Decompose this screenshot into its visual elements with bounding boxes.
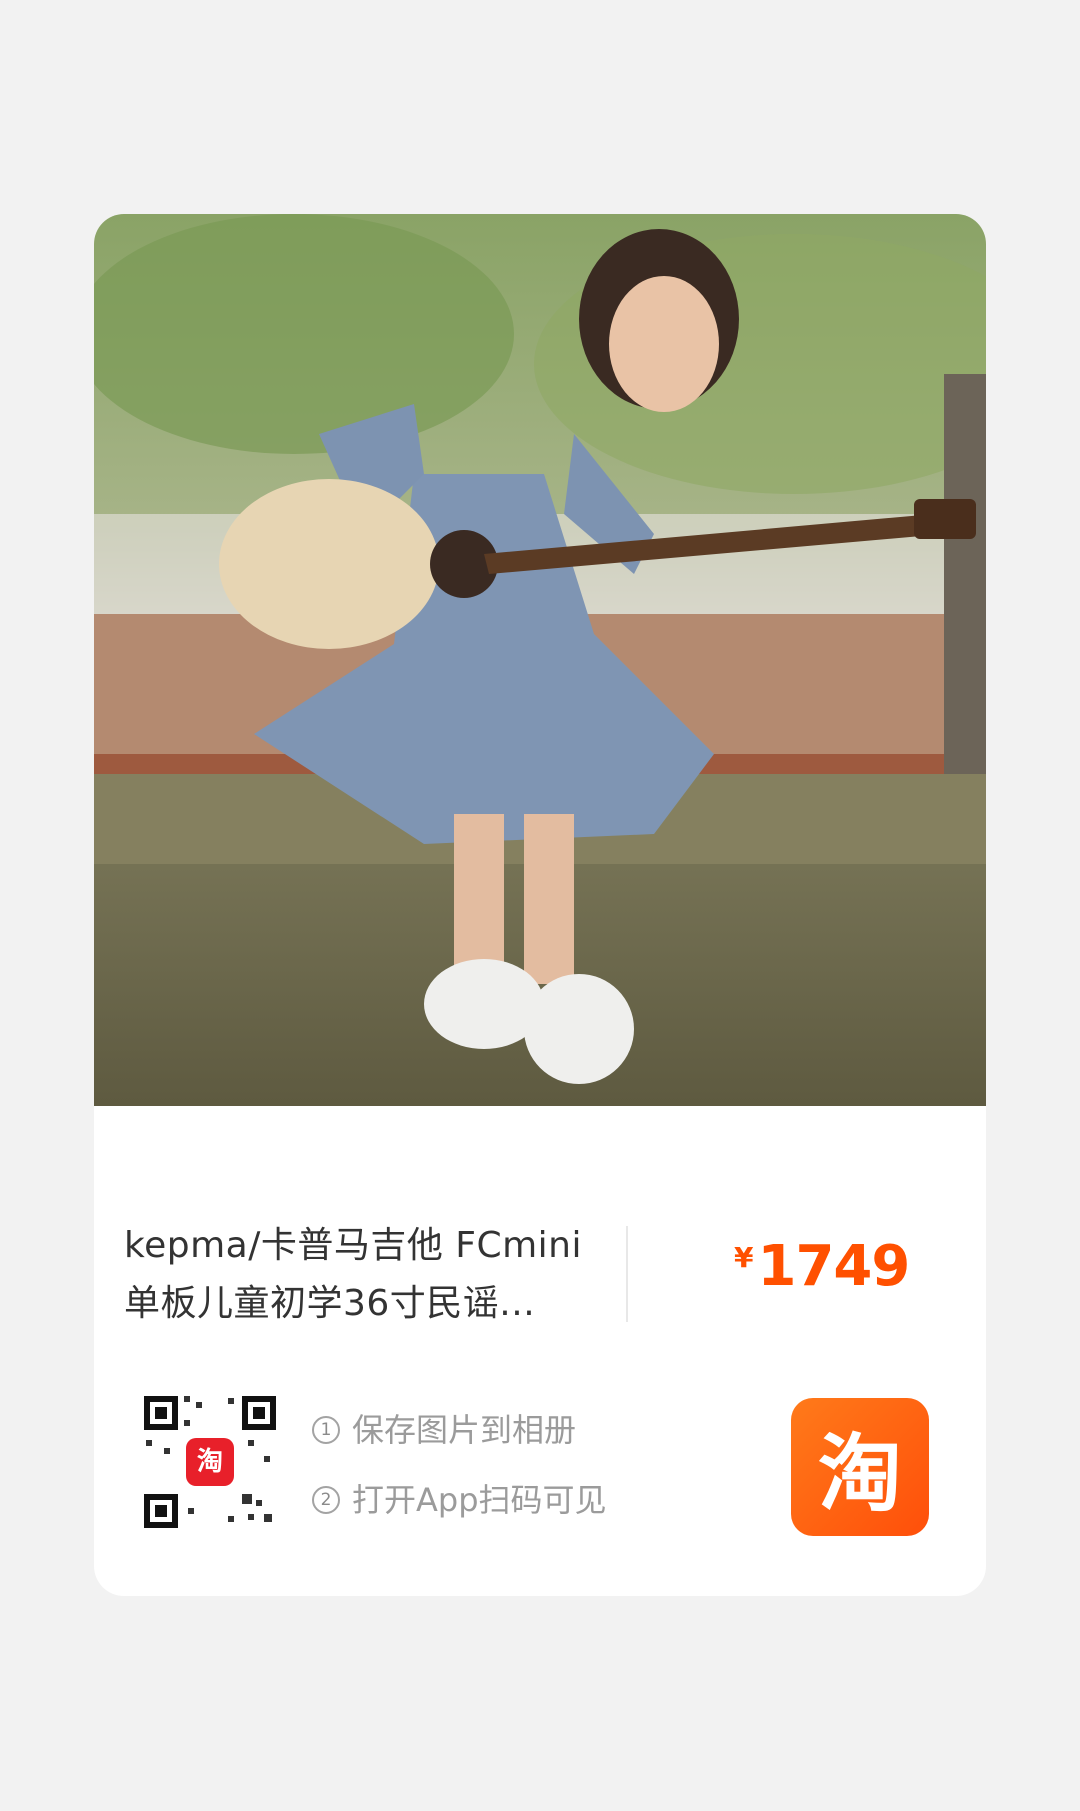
step-number: 1 xyxy=(312,1416,340,1444)
divider xyxy=(626,1226,628,1322)
step-text: 保存图片到相册 xyxy=(352,1411,577,1449)
share-steps: 1 保存图片到相册 2 打开App扫码可见 xyxy=(312,1404,607,1544)
product-title-line2: 单板儿童初学36寸民谣... xyxy=(124,1283,536,1324)
share-card: kepma/卡普马吉他 FCmini 单板儿童初学36寸民谣... ¥1749 xyxy=(94,214,986,1596)
step-number: 2 xyxy=(312,1486,340,1514)
qr-code-icon[interactable]: 淘 xyxy=(144,1396,276,1528)
step-scan: 2 打开App扫码可见 xyxy=(312,1474,607,1544)
step-save: 1 保存图片到相册 xyxy=(312,1404,607,1474)
price-value: 1749 xyxy=(757,1234,910,1299)
product-title[interactable]: kepma/卡普马吉他 FCmini 单板儿童初学36寸民谣... xyxy=(124,1217,624,1333)
product-title-line1: kepma/卡普马吉他 FCmini xyxy=(124,1225,582,1266)
taobao-logo-icon[interactable]: 淘 xyxy=(791,1398,929,1536)
product-price: ¥1749 xyxy=(734,1234,910,1299)
qr-badge-text: 淘 xyxy=(197,1447,223,1477)
product-image[interactable] xyxy=(94,214,986,1106)
currency-symbol: ¥ xyxy=(734,1241,754,1274)
taobao-logo-text: 淘 xyxy=(817,1424,902,1523)
step-text: 打开App扫码可见 xyxy=(352,1481,607,1519)
